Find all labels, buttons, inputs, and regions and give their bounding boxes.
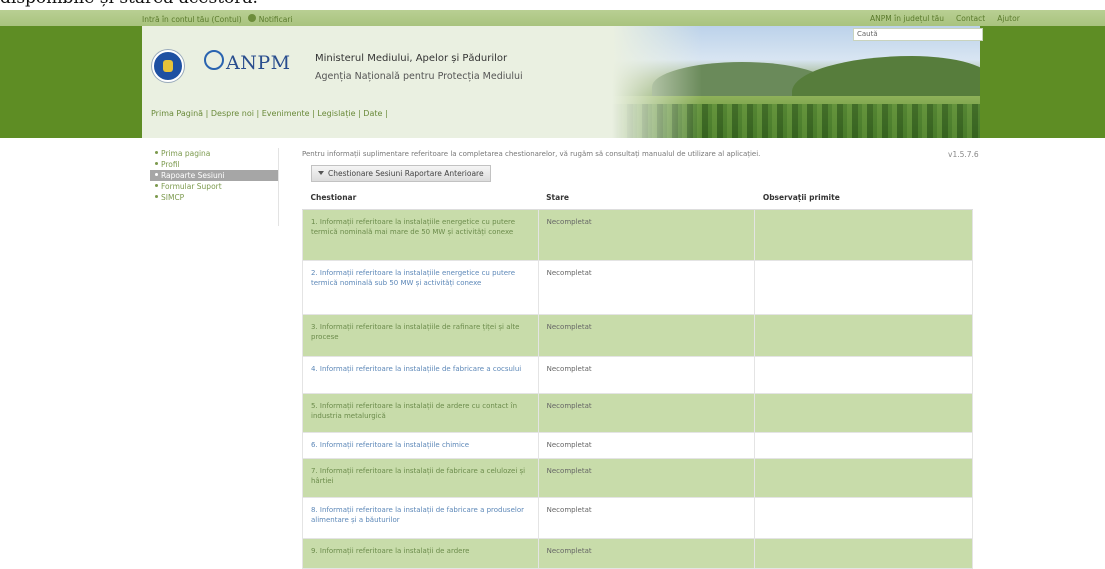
table-row: 1. Informații referitoare la instalațiil… <box>302 209 973 261</box>
version-label: v1.5.7.6 <box>948 150 979 159</box>
bullet-icon <box>155 151 158 154</box>
status-cell: Necompletat <box>537 260 756 315</box>
coat-of-arms-logo <box>152 50 184 82</box>
sidebar-item-support[interactable]: Formular Suport <box>150 181 278 192</box>
sidebar-item-label: Formular Suport <box>161 182 222 191</box>
sidebar-item-label: Prima pagina <box>161 149 211 158</box>
table-row: 3. Informații referitoare la instalațiil… <box>302 314 973 357</box>
observations-cell <box>754 209 973 261</box>
top-bar: Intră în contul tău (Contul) Notificari … <box>0 10 1105 26</box>
header: ANPM Ministerul Mediului, Apelor și Pădu… <box>142 26 980 138</box>
nav-home[interactable]: Prima Pagină <box>151 109 203 118</box>
questionnaire-link[interactable]: 5. Informații referitoare la instalații … <box>302 393 539 433</box>
status-cell: Necompletat <box>537 356 756 394</box>
nav-legislation[interactable]: Legislație <box>317 109 355 118</box>
status-cell: Necompletat <box>537 393 756 433</box>
observations-cell <box>754 260 973 315</box>
questionnaire-table: Chestionar Stare Observații primite 1. I… <box>302 185 973 569</box>
previous-sessions-button[interactable]: Chestionare Sesiuni Raportare Anterioare <box>311 165 491 182</box>
info-text: Pentru informații suplimentare referitoa… <box>302 150 761 158</box>
observations-cell <box>754 458 973 498</box>
notifications-label[interactable]: Notificari <box>259 15 293 24</box>
topbar-link-contact[interactable]: Contact <box>956 14 985 23</box>
cut-caption-text: disponibile și starea acestora. <box>0 0 258 8</box>
account-link[interactable]: Intră în contul tău (Contul) <box>142 15 242 24</box>
questionnaire-link[interactable]: 2. Informații referitoare la instalațiil… <box>302 260 539 315</box>
status-cell: Necompletat <box>537 497 756 539</box>
questionnaire-link[interactable]: 3. Informații referitoare la instalațiil… <box>302 314 539 357</box>
observations-cell <box>754 497 973 539</box>
sidebar: Prima pagina Profil Rapoarte Sesiuni For… <box>150 148 279 226</box>
sidebar-item-simcp[interactable]: SIMCP <box>150 192 278 203</box>
observations-cell <box>754 538 973 569</box>
sidebar-item-label: SIMCP <box>161 193 185 202</box>
bullet-icon <box>155 173 158 176</box>
sidebar-item-profile[interactable]: Profil <box>150 159 278 170</box>
header-landscape-image <box>612 26 980 138</box>
column-header-status: Stare <box>538 185 755 210</box>
main-nav-links: Prima Pagină | Despre noi | Evenimente |… <box>151 109 388 118</box>
questionnaire-link[interactable]: 6. Informații referitoare la instalațiil… <box>302 432 539 459</box>
questionnaire-link[interactable]: 4. Informații referitoare la instalațiil… <box>302 356 539 394</box>
questionnaire-link[interactable]: 7. Informații referitoare la instalații … <box>302 458 539 498</box>
questionnaire-link[interactable]: 8. Informații referitoare la instalații … <box>302 497 539 539</box>
table-row: 5. Informații referitoare la instalații … <box>302 393 973 433</box>
questionnaire-link[interactable]: 9. Informații referitoare la instalații … <box>302 538 539 569</box>
caret-down-icon <box>318 171 324 175</box>
status-cell: Necompletat <box>537 458 756 498</box>
column-header-observations: Observații primite <box>754 185 973 210</box>
bullet-icon <box>155 162 158 165</box>
sidebar-item-reports[interactable]: Rapoarte Sesiuni <box>150 170 278 181</box>
swirl-icon <box>204 50 224 70</box>
questionnaire-link[interactable]: 1. Informații referitoare la instalațiil… <box>302 209 539 261</box>
search-input[interactable]: Caută <box>853 28 983 41</box>
status-cell: Necompletat <box>537 314 756 357</box>
nav-about[interactable]: Despre noi <box>211 109 254 118</box>
sidebar-item-label: Profil <box>161 160 180 169</box>
nav-data[interactable]: Date <box>363 109 382 118</box>
observations-cell <box>754 314 973 357</box>
observations-cell <box>754 356 973 394</box>
status-cell: Necompletat <box>537 432 756 459</box>
anpm-logo-text: ANPM <box>226 52 291 74</box>
topbar-link-help[interactable]: Ajutor <box>997 14 1020 23</box>
notifications-link[interactable]: Notificari <box>247 14 293 24</box>
bell-icon <box>247 14 256 22</box>
table-row: 8. Informații referitoare la instalații … <box>302 497 973 539</box>
table-header-row: Chestionar Stare Observații primite <box>302 185 973 210</box>
column-header-questionnaire: Chestionar <box>302 185 539 210</box>
bullet-icon <box>155 195 158 198</box>
table-row: 2. Informații referitoare la instalațiil… <box>302 260 973 315</box>
table-row: 4. Informații referitoare la instalațiil… <box>302 356 973 394</box>
table-row: 6. Informații referitoare la instalațiil… <box>302 432 973 459</box>
sidebar-item-label: Rapoarte Sesiuni <box>161 171 225 180</box>
observations-cell <box>754 432 973 459</box>
topbar-link-county[interactable]: ANPM în județul tău <box>870 14 944 23</box>
observations-cell <box>754 393 973 433</box>
status-cell: Necompletat <box>537 538 756 569</box>
previous-sessions-label: Chestionare Sesiuni Raportare Anterioare <box>328 169 484 178</box>
sidebar-item-home[interactable]: Prima pagina <box>150 148 278 159</box>
nav-events[interactable]: Evenimente <box>262 109 310 118</box>
status-cell: Necompletat <box>537 209 756 261</box>
bullet-icon <box>155 184 158 187</box>
table-row: 9. Informații referitoare la instalații … <box>302 538 973 569</box>
ministry-title: Ministerul Mediului, Apelor și Pădurilor <box>315 53 508 64</box>
agency-title: Agenția Națională pentru Protecția Mediu… <box>315 71 523 82</box>
anpm-logo[interactable]: ANPM <box>204 50 291 74</box>
table-row: 7. Informații referitoare la instalații … <box>302 458 973 498</box>
